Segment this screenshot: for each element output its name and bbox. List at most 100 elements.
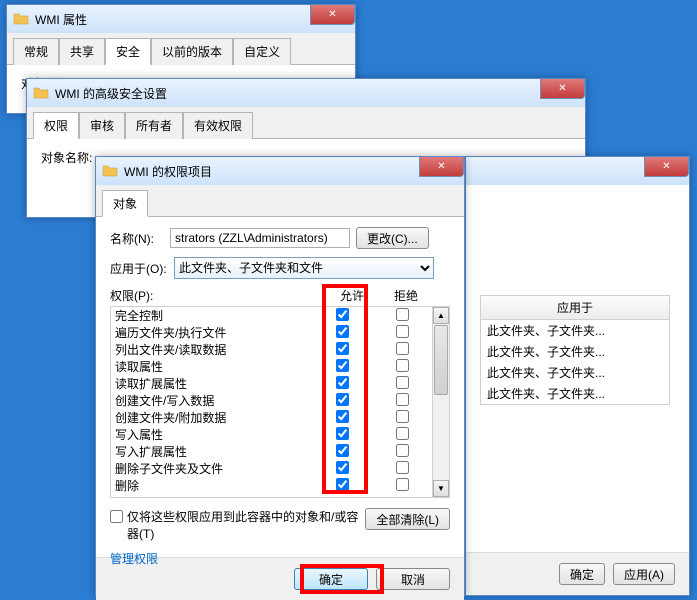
scroll-up-icon[interactable]: ▲ — [433, 307, 449, 324]
permission-row: 删除子文件夹及文件 — [111, 460, 449, 477]
permission-row: 创建文件夹/附加数据 — [111, 409, 449, 426]
apply-to-label: 应用于(O): — [110, 260, 170, 277]
permission-row: 完全控制 — [111, 307, 449, 324]
deny-checkbox[interactable] — [396, 308, 409, 321]
deny-checkbox[interactable] — [396, 427, 409, 440]
titlebar-perm[interactable]: WMI 的权限项目 ✕ — [96, 157, 464, 185]
allow-checkbox[interactable] — [336, 308, 349, 321]
allow-checkbox[interactable] — [336, 461, 349, 474]
only-apply-label: 仅将这些权限应用到此容器中的对象和/或容器(T) — [127, 508, 365, 542]
allow-checkbox[interactable] — [336, 444, 349, 457]
tab-sharing[interactable]: 共享 — [59, 38, 105, 65]
permission-name: 读取属性 — [115, 358, 312, 375]
close-icon: ✕ — [662, 162, 670, 172]
allow-checkbox[interactable] — [336, 427, 349, 440]
deny-checkbox[interactable] — [396, 376, 409, 389]
apply-to-combo[interactable]: 此文件夹、子文件夹和文件 — [174, 257, 434, 279]
tab-general[interactable]: 常规 — [13, 38, 59, 65]
ok-button[interactable]: 确定 — [559, 563, 605, 585]
allow-checkbox[interactable] — [336, 342, 349, 355]
permission-name: 读取扩展属性 — [115, 375, 312, 392]
deny-checkbox[interactable] — [396, 393, 409, 406]
permission-row: 写入属性 — [111, 426, 449, 443]
name-field[interactable] — [170, 228, 350, 248]
permissions-label: 权限(P): — [110, 287, 321, 304]
deny-checkbox[interactable] — [396, 478, 409, 491]
window-title: WMI 的高级安全设置 — [55, 85, 579, 102]
titlebar-bgright[interactable]: ✕ — [466, 157, 689, 185]
permission-name: 创建文件/写入数据 — [115, 392, 312, 409]
close-button[interactable]: ✕ — [644, 157, 689, 177]
tabs-properties: 常规 共享 安全 以前的版本 自定义 — [7, 33, 355, 65]
titlebar-advanced[interactable]: WMI 的高级安全设置 ✕ — [27, 79, 585, 107]
cancel-button[interactable]: 取消 — [376, 568, 450, 590]
apply-to-list: 应用于 此文件夹、子文件夹... 此文件夹、子文件夹... 此文件夹、子文件夹.… — [480, 295, 670, 405]
permission-row: 遍历文件夹/执行文件 — [111, 324, 449, 341]
apply-to-header: 应用于 — [481, 296, 669, 320]
permission-name: 删除 — [115, 477, 312, 494]
name-label: 名称(N): — [110, 230, 166, 247]
list-item[interactable]: 此文件夹、子文件夹... — [481, 383, 669, 404]
permission-name: 列出文件夹/读取数据 — [115, 341, 312, 358]
allow-checkbox[interactable] — [336, 359, 349, 372]
close-icon: ✕ — [437, 162, 445, 172]
permission-row: 列出文件夹/读取数据 — [111, 341, 449, 358]
scrollbar[interactable]: ▲ ▼ — [432, 307, 449, 497]
allow-header: 允许 — [325, 287, 379, 304]
list-item[interactable]: 此文件夹、子文件夹... — [481, 341, 669, 362]
close-icon: ✕ — [328, 10, 336, 20]
permission-name: 写入属性 — [115, 426, 312, 443]
allow-checkbox[interactable] — [336, 376, 349, 389]
only-apply-checkbox[interactable] — [110, 510, 123, 523]
close-button[interactable]: ✕ — [419, 157, 464, 177]
scroll-thumb[interactable] — [434, 325, 448, 395]
apply-button[interactable]: 应用(A) — [613, 563, 675, 585]
permission-name: 遍历文件夹/执行文件 — [115, 324, 312, 341]
close-icon: ✕ — [558, 84, 566, 94]
allow-checkbox[interactable] — [336, 478, 349, 491]
window-title: WMI 的权限项目 — [124, 163, 458, 180]
folder-icon — [33, 85, 49, 101]
titlebar-properties[interactable]: WMI 属性 ✕ — [7, 5, 355, 33]
close-button[interactable]: ✕ — [310, 5, 355, 25]
permission-name: 写入扩展属性 — [115, 443, 312, 460]
deny-checkbox[interactable] — [396, 325, 409, 338]
allow-checkbox[interactable] — [336, 325, 349, 338]
list-item[interactable]: 此文件夹、子文件夹... — [481, 362, 669, 383]
tab-effective[interactable]: 有效权限 — [183, 112, 253, 139]
permission-row: 读取扩展属性 — [111, 375, 449, 392]
permissions-list: 完全控制遍历文件夹/执行文件列出文件夹/读取数据读取属性读取扩展属性创建文件/写… — [110, 306, 450, 498]
close-button[interactable]: ✕ — [540, 79, 585, 99]
ok-button[interactable]: 确定 — [294, 568, 368, 590]
scroll-down-icon[interactable]: ▼ — [433, 480, 449, 497]
tab-customize[interactable]: 自定义 — [233, 38, 291, 65]
deny-checkbox[interactable] — [396, 342, 409, 355]
tab-owner[interactable]: 所有者 — [125, 112, 183, 139]
permission-name: 创建文件夹/附加数据 — [115, 409, 312, 426]
deny-checkbox[interactable] — [396, 410, 409, 423]
tabs-advanced: 权限 审核 所有者 有效权限 — [27, 107, 585, 139]
allow-checkbox[interactable] — [336, 410, 349, 423]
deny-checkbox[interactable] — [396, 444, 409, 457]
tabs-perm: 对象 — [96, 185, 464, 217]
permission-row: 创建文件/写入数据 — [111, 392, 449, 409]
window-permission-entry: WMI 的权限项目 ✕ 对象 名称(N): 更改(C)... 应用于(O): 此… — [95, 156, 465, 596]
tab-previous-versions[interactable]: 以前的版本 — [151, 38, 233, 65]
allow-checkbox[interactable] — [336, 393, 349, 406]
permission-name: 删除子文件夹及文件 — [115, 460, 312, 477]
permission-row: 写入扩展属性 — [111, 443, 449, 460]
change-button[interactable]: 更改(C)... — [356, 227, 429, 249]
tab-security[interactable]: 安全 — [105, 38, 151, 65]
list-item[interactable]: 此文件夹、子文件夹... — [481, 320, 669, 341]
object-name-label: 对象名称: — [41, 151, 92, 165]
permission-name: 完全控制 — [115, 307, 312, 324]
tab-permissions[interactable]: 权限 — [33, 112, 79, 139]
deny-checkbox[interactable] — [396, 359, 409, 372]
window-title: WMI 属性 — [35, 11, 349, 28]
manage-permissions-link[interactable]: 管理权限 — [110, 550, 158, 567]
deny-checkbox[interactable] — [396, 461, 409, 474]
tab-auditing[interactable]: 审核 — [79, 112, 125, 139]
folder-icon — [102, 163, 118, 179]
tab-object[interactable]: 对象 — [102, 190, 148, 217]
clear-all-button[interactable]: 全部清除(L) — [365, 508, 450, 530]
